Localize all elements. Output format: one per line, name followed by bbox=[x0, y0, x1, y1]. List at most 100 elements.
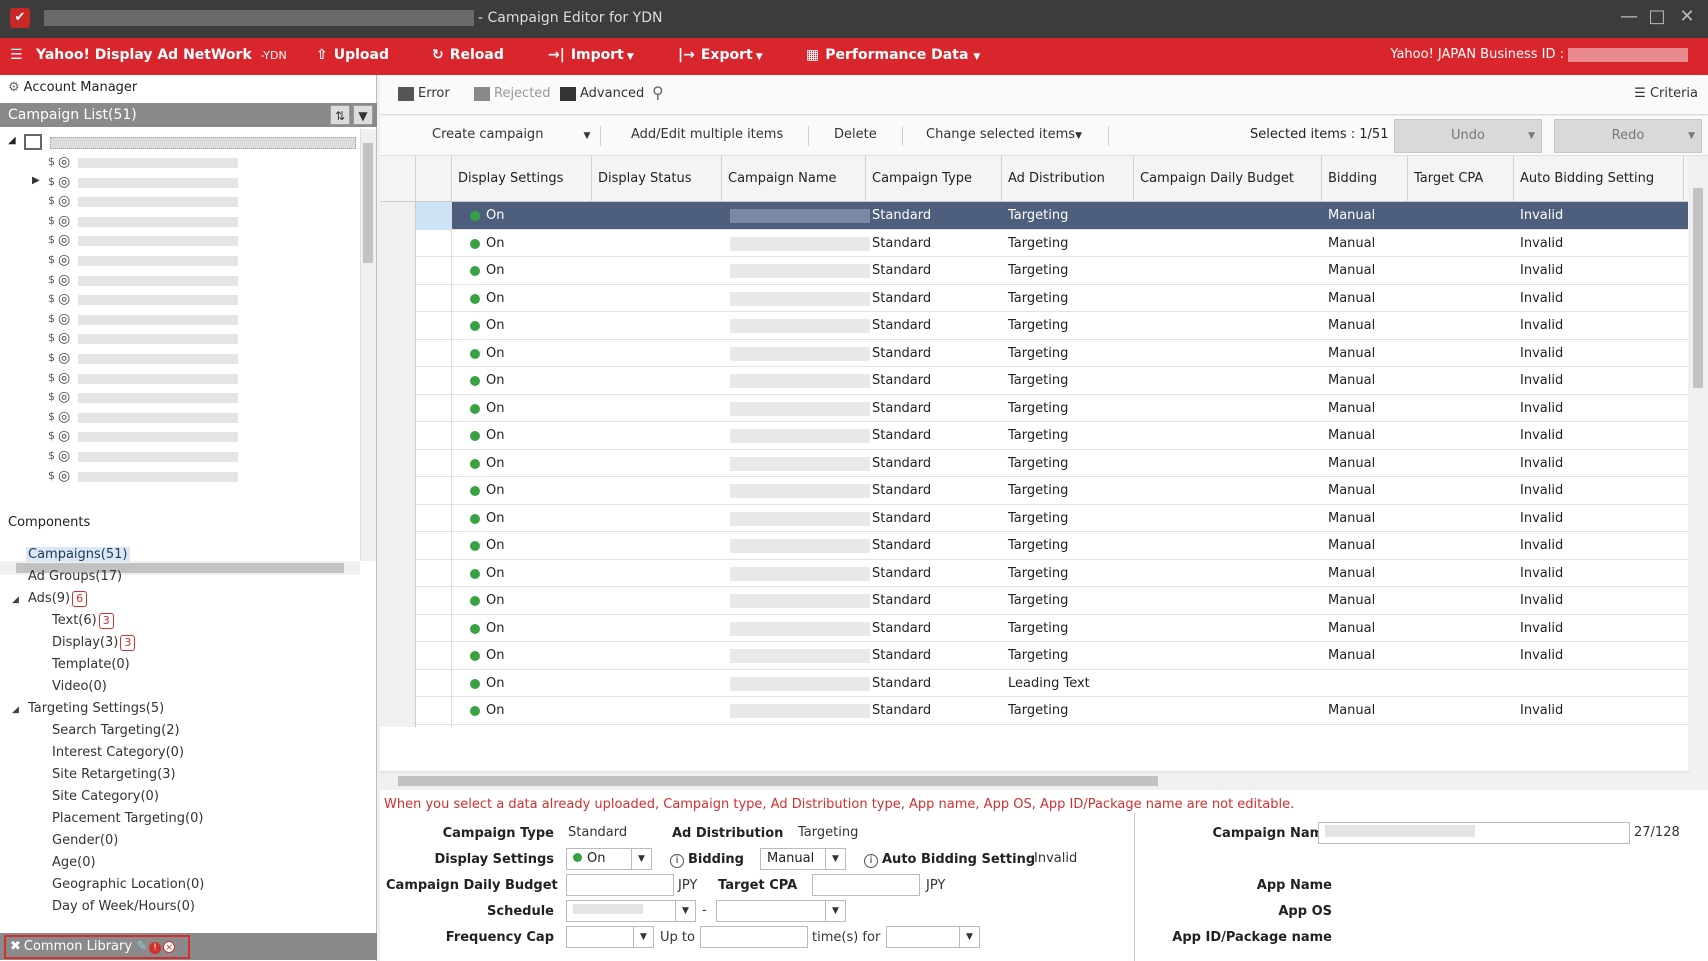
minimize-icon[interactable]: — bbox=[1617, 6, 1641, 27]
scroll-thumb[interactable] bbox=[363, 143, 373, 263]
row-select-cell[interactable] bbox=[416, 477, 452, 507]
common-library-button[interactable]: ✖ Common Library ✎! × bbox=[4, 935, 190, 959]
col-campaign-daily-budget[interactable]: Campaign Daily Budget bbox=[1134, 156, 1322, 202]
col-ad-distribution[interactable]: Ad Distribution bbox=[1002, 156, 1134, 202]
component-interest-category[interactable]: Interest Category(0) bbox=[52, 745, 184, 760]
row-header[interactable] bbox=[380, 697, 416, 727]
row-header[interactable] bbox=[380, 229, 416, 260]
tree-campaign-item[interactable]: $ ◎ bbox=[0, 329, 360, 349]
component-targeting-settings[interactable]: Targeting Settings(5) bbox=[28, 701, 164, 716]
component-search-targeting[interactable]: Search Targeting(2) bbox=[52, 723, 180, 738]
row-header[interactable] bbox=[380, 669, 416, 700]
table-row[interactable]: On Standard Targeting Manual Invalid bbox=[380, 559, 1688, 590]
component-text[interactable]: Text(6) 3 bbox=[52, 613, 114, 629]
sort-icon[interactable]: ⇅ bbox=[330, 105, 350, 125]
row-header[interactable] bbox=[380, 422, 416, 452]
tree-campaign-item[interactable]: $ ◎ bbox=[0, 349, 360, 369]
row-select-cell[interactable] bbox=[416, 202, 452, 232]
row-header[interactable] bbox=[380, 284, 416, 315]
redo-button[interactable]: Redo ▼ bbox=[1554, 119, 1702, 153]
grid-horizontal-scrollbar[interactable] bbox=[380, 772, 1690, 788]
col-display-status[interactable]: Display Status bbox=[592, 156, 722, 202]
performance-data-button[interactable]: ▦ Performance Data ▼ bbox=[806, 47, 980, 63]
row-select-cell[interactable] bbox=[416, 587, 452, 617]
tree-campaign-item[interactable]: $ ◎ bbox=[0, 212, 360, 232]
component-geographic-location[interactable]: Geographic Location(0) bbox=[52, 877, 204, 892]
scroll-thumb[interactable] bbox=[1693, 188, 1703, 388]
row-header[interactable] bbox=[380, 504, 416, 535]
schedule-end-select[interactable]: ▼ bbox=[716, 900, 846, 922]
component-site-retargeting[interactable]: Site Retargeting(3) bbox=[52, 767, 176, 782]
component-ads[interactable]: Ads(9) 6 bbox=[28, 591, 88, 607]
tree-campaign-item[interactable]: $ ◎ bbox=[0, 192, 360, 212]
row-select-cell[interactable] bbox=[416, 394, 452, 425]
component-video[interactable]: Video(0) bbox=[52, 679, 107, 694]
collapse-icon[interactable]: ◢ bbox=[12, 705, 19, 715]
criteria-button[interactable]: ☰ Criteria bbox=[1634, 86, 1698, 101]
error-filter-button[interactable]: Error bbox=[398, 86, 450, 101]
account-manager[interactable]: ⚙ Account Manager bbox=[8, 80, 137, 95]
component-age[interactable]: Age(0) bbox=[52, 855, 96, 870]
table-row[interactable]: On Standard Targeting Manual Invalid bbox=[380, 257, 1688, 287]
table-row[interactable]: On Standard Targeting Manual Invalid bbox=[380, 642, 1688, 672]
row-select-cell[interactable] bbox=[416, 669, 452, 700]
bidding-select[interactable]: Manual ▼ bbox=[760, 848, 846, 870]
tree-campaign-item[interactable]: $ ◎ bbox=[0, 271, 360, 291]
expand-icon[interactable]: ▶ bbox=[32, 175, 40, 186]
row-select-cell[interactable] bbox=[416, 284, 452, 315]
row-select-cell[interactable] bbox=[416, 559, 452, 590]
row-select-cell[interactable] bbox=[416, 422, 452, 452]
tree-campaign-item[interactable]: $ ◎ bbox=[0, 369, 360, 389]
row-select-cell[interactable] bbox=[416, 312, 452, 342]
table-row[interactable]: On Standard Targeting Manual Invalid bbox=[380, 339, 1688, 370]
table-row[interactable]: On Standard Targeting Manual Invalid bbox=[380, 504, 1688, 535]
add-edit-multiple-button[interactable]: Add/Edit multiple items bbox=[631, 127, 783, 142]
delete-button[interactable]: Delete bbox=[834, 127, 877, 142]
tree-campaign-item[interactable]: $ ◎ bbox=[0, 153, 360, 173]
component-template[interactable]: Template(0) bbox=[52, 657, 130, 672]
row-select-cell[interactable] bbox=[416, 367, 452, 397]
row-header[interactable] bbox=[380, 587, 416, 617]
row-header[interactable] bbox=[380, 642, 416, 672]
table-row[interactable]: On Standard Targeting Manual Invalid bbox=[380, 697, 1688, 727]
grid-vertical-scrollbar[interactable] bbox=[1690, 186, 1706, 770]
daily-budget-input[interactable] bbox=[566, 874, 674, 896]
row-select-cell[interactable] bbox=[416, 504, 452, 535]
frequency-period-select[interactable]: ▼ bbox=[886, 926, 980, 948]
schedule-start-select[interactable]: ▼ bbox=[566, 900, 696, 922]
row-select-cell[interactable] bbox=[416, 449, 452, 480]
target-cpa-input[interactable] bbox=[812, 874, 920, 896]
col-target-cpa[interactable]: Target CPA bbox=[1408, 156, 1514, 202]
col-campaign-name[interactable]: Campaign Name bbox=[722, 156, 866, 202]
row-select-cell[interactable] bbox=[416, 339, 452, 370]
table-row[interactable]: On Standard Targeting Manual Invalid bbox=[380, 422, 1688, 452]
table-row[interactable]: On Standard Targeting Manual Invalid bbox=[380, 367, 1688, 397]
table-row[interactable]: On Standard Leading Text bbox=[380, 669, 1688, 700]
tree-vertical-scrollbar[interactable] bbox=[360, 129, 376, 561]
component-gender[interactable]: Gender(0) bbox=[52, 833, 118, 848]
component-site-category[interactable]: Site Category(0) bbox=[52, 789, 159, 804]
component-display[interactable]: Display(3) 3 bbox=[52, 635, 136, 651]
table-row[interactable]: On Standard Targeting Manual Invalid bbox=[380, 229, 1688, 260]
search-icon[interactable]: ⚲ bbox=[652, 83, 664, 102]
campaign-name-input[interactable] bbox=[1318, 822, 1630, 844]
maximize-icon[interactable]: □ bbox=[1645, 6, 1669, 27]
collapse-icon[interactable]: ◢ bbox=[12, 595, 19, 605]
row-select-cell[interactable] bbox=[416, 614, 452, 645]
tree-campaign-item[interactable]: $ ◎ bbox=[0, 467, 360, 487]
col-auto-bidding-setting[interactable]: Auto Bidding Setting bbox=[1514, 156, 1684, 202]
row-header[interactable] bbox=[380, 312, 416, 342]
advanced-filter-button[interactable]: Advanced bbox=[560, 86, 644, 101]
tree-campaign-item[interactable]: $ ◎ bbox=[0, 408, 360, 428]
change-selected-items-button[interactable]: Change selected items▼ bbox=[926, 127, 1082, 142]
export-button[interactable]: |→ Export ▼ bbox=[678, 47, 763, 63]
col-bidding[interactable]: Bidding bbox=[1322, 156, 1408, 202]
row-header[interactable] bbox=[380, 449, 416, 480]
tree-root[interactable]: ◢ bbox=[0, 131, 360, 153]
tree-campaign-item[interactable]: $ ◎ bbox=[0, 310, 360, 330]
row-header[interactable] bbox=[380, 477, 416, 507]
table-row[interactable]: On Standard Targeting Manual Invalid bbox=[380, 532, 1688, 562]
tree-campaign-item[interactable]: $ ◎ bbox=[0, 447, 360, 467]
table-row[interactable]: On Standard Targeting Manual Invalid bbox=[380, 312, 1688, 342]
table-row[interactable]: On Standard Targeting Manual Invalid bbox=[380, 449, 1688, 480]
